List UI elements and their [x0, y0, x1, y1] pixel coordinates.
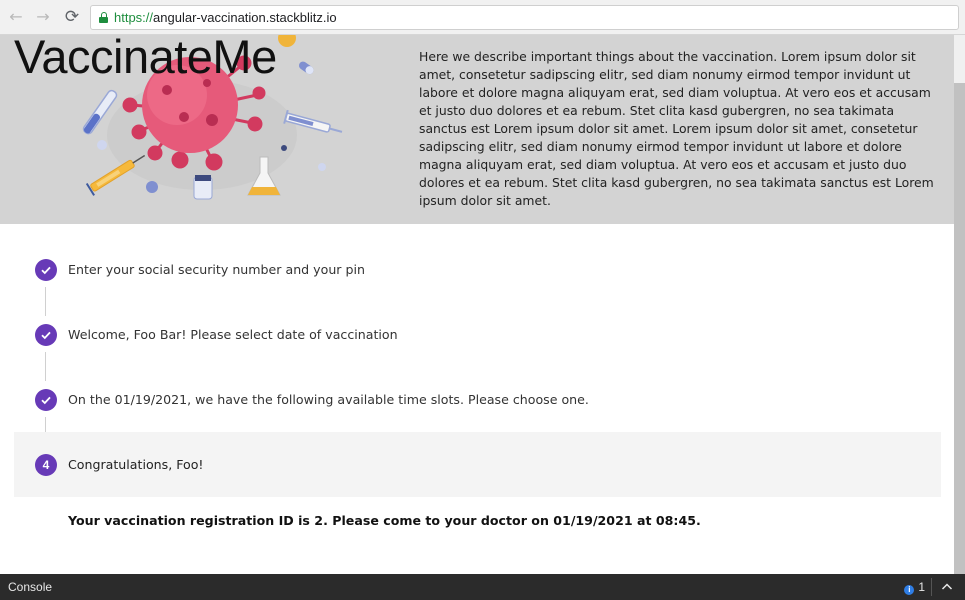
- chevron-up-icon[interactable]: [939, 579, 955, 595]
- reload-icon[interactable]: ⟳: [63, 8, 81, 26]
- page-scrollbar[interactable]: [954, 35, 965, 574]
- step-label: Welcome, Foo Bar! Please select date of …: [68, 327, 398, 342]
- url-text[interactable]: https://angular-vaccination.stackblitz.i…: [114, 10, 337, 25]
- url-host: angular-vaccination.stackblitz.io: [153, 10, 337, 25]
- checkmark-icon: [35, 324, 57, 346]
- step-3[interactable]: On the 01/19/2021, we have the following…: [14, 367, 941, 446]
- info-count: 1: [918, 580, 925, 594]
- forward-arrow-icon[interactable]: →: [34, 8, 52, 26]
- console-label[interactable]: Console: [8, 580, 52, 594]
- step-number: 4: [35, 454, 57, 476]
- browser-toolbar: ← → ⟳ https://angular-vaccination.stackb…: [0, 0, 965, 35]
- scrollbar-thumb[interactable]: [954, 83, 965, 574]
- page-viewport: VaccinateMe Here we describe important t…: [0, 35, 965, 574]
- step-1[interactable]: Enter your social security number and yo…: [14, 237, 941, 316]
- divider: [931, 578, 932, 596]
- checkmark-icon: [35, 259, 57, 281]
- registration-result: Your vaccination registration ID is 2. P…: [68, 513, 701, 528]
- console-info-count[interactable]: i1: [904, 580, 925, 595]
- step-4[interactable]: 4 Congratulations, Foo!: [14, 432, 941, 497]
- hero-banner: VaccinateMe Here we describe important t…: [0, 35, 954, 224]
- vaccination-description: Here we describe important things about …: [419, 49, 934, 208]
- step-2[interactable]: Welcome, Foo Bar! Please select date of …: [14, 302, 941, 381]
- back-arrow-icon[interactable]: ←: [7, 8, 25, 26]
- checkmark-icon: [35, 389, 57, 411]
- step-label: Enter your social security number and yo…: [68, 262, 365, 277]
- step-label: On the 01/19/2021, we have the following…: [68, 392, 589, 407]
- info-icon: i: [904, 585, 915, 595]
- brand-title: VaccinateMe: [14, 35, 277, 83]
- vertical-stepper: Enter your social security number and yo…: [14, 237, 941, 497]
- console-bar[interactable]: Console i1: [0, 574, 965, 600]
- address-bar[interactable]: https://angular-vaccination.stackblitz.i…: [90, 5, 959, 30]
- url-scheme: https://: [114, 10, 154, 25]
- step-label: Congratulations, Foo!: [68, 457, 204, 472]
- lock-icon: [99, 12, 108, 23]
